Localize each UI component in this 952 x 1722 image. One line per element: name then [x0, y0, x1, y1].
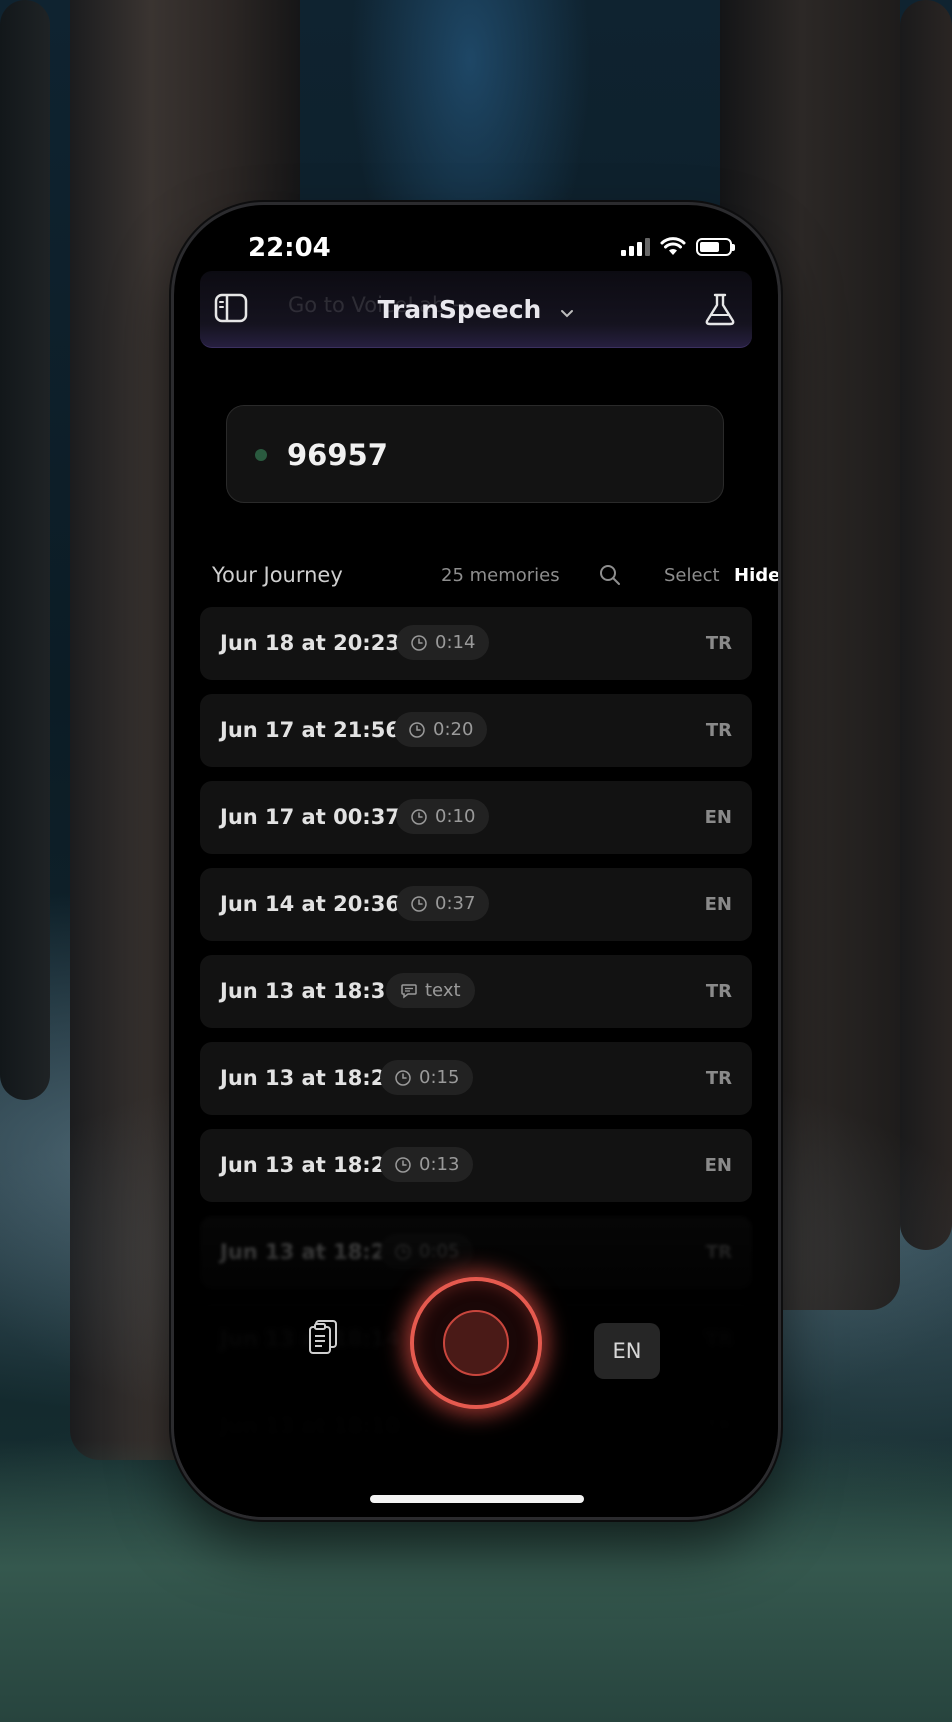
chevron-down-icon	[561, 309, 574, 317]
duration-badge: 0:14	[396, 625, 490, 660]
memory-date: Jun 18 at 20:23	[220, 631, 400, 655]
memory-row[interactable]: Jun 17 at 00:37 0:10 EN	[200, 781, 752, 854]
home-indicator	[370, 1495, 584, 1503]
memories-count: 25 memories	[441, 565, 560, 586]
memory-language: EN	[704, 894, 732, 915]
badge-label: 0:10	[435, 806, 476, 827]
session-code: 96957	[287, 438, 388, 472]
battery-icon	[696, 238, 735, 256]
memory-row[interactable]: Jun 13 at 18:27 0:13 EN	[200, 1129, 752, 1202]
flask-icon[interactable]	[702, 291, 738, 327]
text-badge: text	[386, 973, 475, 1008]
record-button-core	[443, 1310, 509, 1376]
memory-language: TR	[705, 633, 732, 654]
wifi-icon	[660, 237, 686, 255]
duration-badge: 0:20	[394, 712, 488, 747]
clock-icon	[411, 808, 427, 825]
clock-icon	[411, 895, 427, 912]
memory-date: Jun 14 at 20:36	[220, 892, 400, 916]
duration-badge: 0:10	[396, 799, 490, 834]
status-bar: 22:04	[174, 205, 778, 277]
memory-date: Jun 13 at 18:28	[220, 1066, 400, 1090]
badge-label: 0:13	[419, 1154, 460, 1175]
hide-button[interactable]: Hide	[734, 565, 778, 586]
duration-badge: 0:13	[380, 1147, 474, 1182]
memory-date: Jun 13 at 18:27	[220, 1153, 400, 1177]
tree-trunk	[0, 0, 50, 1100]
memory-language: EN	[704, 807, 732, 828]
memory-date: Jun 17 at 00:37	[220, 805, 400, 829]
duration-badge: 0:15	[380, 1060, 474, 1095]
language-button[interactable]: EN	[594, 1323, 660, 1379]
message-icon	[401, 983, 417, 998]
record-button[interactable]	[410, 1277, 542, 1409]
journey-header: Your Journey 25 memories Select Hide	[212, 561, 778, 595]
clock-icon	[395, 1156, 411, 1173]
dynamic-island	[381, 223, 571, 277]
memory-row[interactable]: Jun 13 at 18:31 text TR	[200, 955, 752, 1028]
memory-language: TR	[705, 720, 732, 741]
select-button[interactable]: Select	[664, 565, 720, 586]
memory-language: TR	[705, 981, 732, 1002]
duration-badge: 0:37	[396, 886, 490, 921]
clock-icon	[409, 721, 425, 738]
memory-row[interactable]: Jun 17 at 21:56 0:20 TR	[200, 694, 752, 767]
memory-row[interactable]: Jun 14 at 20:36 0:37 EN	[200, 868, 752, 941]
memory-date: Jun 13 at 18:31	[220, 979, 400, 1003]
badge-label: text	[425, 980, 461, 1001]
badge-label: 0:14	[435, 632, 476, 653]
status-time: 22:04	[248, 233, 331, 263]
session-code-box[interactable]: 96957	[226, 405, 724, 503]
status-dot	[255, 449, 267, 461]
status-icons	[621, 237, 735, 257]
journey-title: Your Journey	[212, 563, 343, 587]
clock-icon	[395, 1069, 411, 1086]
memory-date: Jun 17 at 21:56	[220, 718, 400, 742]
badge-label: 0:15	[419, 1067, 460, 1088]
phone-screen: 22:04 Go to VoiceLab → TranSpeech 96957 …	[174, 205, 778, 1517]
app-title-dropdown[interactable]: TranSpeech	[200, 295, 752, 324]
app-header: Go to VoiceLab → TranSpeech	[200, 271, 752, 348]
clock-icon	[411, 634, 427, 651]
memory-row[interactable]: Jun 18 at 20:23 0:14 TR	[200, 607, 752, 680]
badge-label: 0:20	[433, 719, 474, 740]
memory-row[interactable]: Jun 13 at 18:28 0:15 TR	[200, 1042, 752, 1115]
memory-language: TR	[705, 1068, 732, 1089]
clipboard-icon[interactable]	[306, 1317, 340, 1355]
badge-label: 0:37	[435, 893, 476, 914]
signal-icon	[621, 238, 650, 256]
app-title: TranSpeech	[377, 295, 542, 324]
search-icon[interactable]	[598, 563, 622, 587]
memory-language: EN	[704, 1155, 732, 1176]
